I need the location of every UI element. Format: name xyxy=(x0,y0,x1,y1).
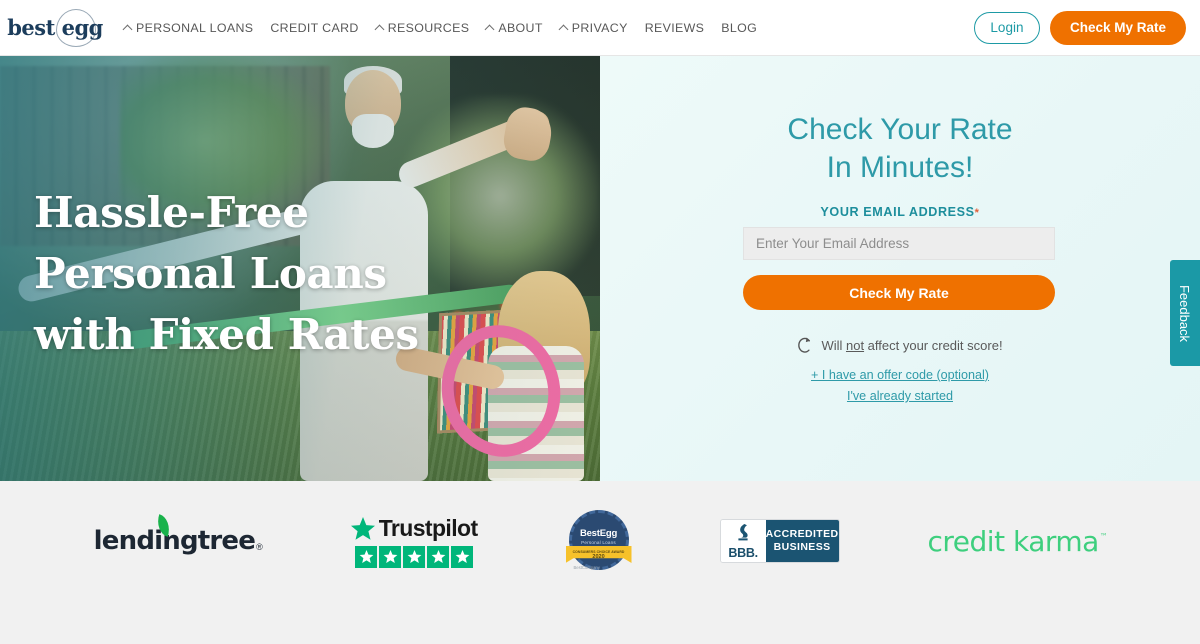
rating-star xyxy=(403,545,426,568)
nav-item-about[interactable]: ABOUT xyxy=(484,20,543,35)
form-heading-line2: In Minutes! xyxy=(826,151,974,184)
credit-note-emphasis: not xyxy=(845,338,865,353)
hero-section: Hassle-Free Personal Loans with Fixed Ra… xyxy=(0,56,1200,481)
trust-badges-section: lendingtree ® Trustpilot BestEgg Persona… xyxy=(0,481,1200,644)
chevron-up-icon xyxy=(122,24,133,35)
trustpilot-logo[interactable]: Trustpilot xyxy=(350,514,478,568)
offer-code-link[interactable]: + I have an offer code (optional) xyxy=(600,368,1200,382)
chevron-up-icon xyxy=(558,24,569,35)
login-button[interactable]: Login xyxy=(973,11,1040,44)
trustpilot-wordmark: Trustpilot xyxy=(350,514,478,542)
form-heading-line1: Check Your Rate xyxy=(787,113,1013,146)
hero-headline: Hassle-Free Personal Loans with Fixed Ra… xyxy=(34,182,464,365)
bbb-line1: ACCREDITED xyxy=(765,528,839,540)
header-check-my-rate-button[interactable]: Check My Rate xyxy=(1049,10,1186,45)
header-actions: Login Check My Rate xyxy=(973,10,1186,45)
nav-label: REVIEWS xyxy=(644,20,705,35)
nav-label: PERSONAL LOANS xyxy=(136,20,254,35)
email-field-label: YOUR EMAIL ADDRESS* xyxy=(600,205,1200,219)
required-asterisk: * xyxy=(974,207,980,219)
trust-logo-row: lendingtree ® Trustpilot BestEgg Persona… xyxy=(0,503,1200,579)
nav-item-resources[interactable]: RESOURCES xyxy=(374,20,470,35)
feedback-tab[interactable]: Feedback xyxy=(1170,260,1200,366)
bbb-line2: BUSINESS xyxy=(773,541,831,553)
email-label-text: YOUR EMAIL ADDRESS xyxy=(820,205,975,219)
trustpilot-rating-stars xyxy=(355,545,474,568)
nav-label: BLOG xyxy=(721,20,758,35)
nav-item-reviews[interactable]: REVIEWS xyxy=(645,21,705,35)
rating-star xyxy=(355,545,378,568)
credit-karma-name: credit karma xyxy=(927,524,1100,558)
nav-item-blog[interactable]: BLOG xyxy=(721,21,757,35)
rating-star xyxy=(379,545,402,568)
hero-headline-line2: Personal Loans xyxy=(34,249,387,298)
best-egg-logo[interactable]: best egg xyxy=(7,8,103,48)
lendingtree-logo[interactable]: lendingtree ® xyxy=(93,514,263,556)
nav-item-credit-card[interactable]: CREDIT CARD xyxy=(270,21,358,35)
form-heading: Check Your Rate In Minutes! xyxy=(600,111,1200,187)
consumers-choice-award-badge[interactable]: BestEgg Personal Loans ★★★★ CONSUMERS CH… xyxy=(565,510,632,572)
credit-note-post: affect your credit score! xyxy=(864,338,1003,353)
rating-star xyxy=(451,545,474,568)
credit-score-note: Will not affect your credit score! xyxy=(600,336,1200,355)
bbb-accredited-text: ACCREDITED BUSINESS xyxy=(765,520,839,562)
bbb-mark: BBB. xyxy=(720,520,766,562)
credit-karma-tm: ™ xyxy=(1099,531,1108,541)
trustpilot-star-icon xyxy=(350,516,375,540)
lendingtree-name: lendingtree xyxy=(93,526,256,556)
award-source: BestCompany xyxy=(573,565,600,570)
nav-label: RESOURCES xyxy=(387,20,470,35)
feedback-label: Feedback xyxy=(1177,284,1193,342)
nav-item-personal-loans[interactable]: PERSONAL LOANS xyxy=(122,20,254,35)
nav-label: CREDIT CARD xyxy=(270,20,359,35)
form-check-my-rate-button[interactable]: Check My Rate xyxy=(743,275,1055,310)
logo-text: best egg xyxy=(7,15,103,40)
award-category: Personal Loans xyxy=(581,539,616,545)
chevron-up-icon xyxy=(484,24,495,35)
rating-star xyxy=(427,545,450,568)
nav-item-privacy[interactable]: PRIVACY xyxy=(558,20,628,35)
form-links: + I have an offer code (optional) I've a… xyxy=(600,368,1200,410)
award-brand: BestEgg xyxy=(579,527,618,539)
nav-label: ABOUT xyxy=(498,20,543,35)
refresh-arrow-icon xyxy=(798,337,811,353)
already-started-link[interactable]: I've already started xyxy=(600,389,1200,403)
award-seal-icon: BestEgg Personal Loans ★★★★ xyxy=(568,510,629,570)
chevron-up-icon xyxy=(374,24,385,35)
credit-note-text: Will not affect your credit score! xyxy=(821,338,1002,353)
bbb-accredited-business-logo[interactable]: BBB. ACCREDITED BUSINESS xyxy=(719,519,840,563)
credit-karma-logo[interactable]: credit karma™ xyxy=(927,524,1108,558)
trustpilot-name: Trustpilot xyxy=(378,514,478,541)
hero-headline-line1: Hassle-Free xyxy=(34,188,309,237)
bbb-acronym: BBB. xyxy=(728,545,758,560)
nav-label: PRIVACY xyxy=(571,20,628,35)
torch-icon xyxy=(738,523,748,540)
page-root: best egg PERSONAL LOANS CREDIT CARD RESO… xyxy=(0,0,1200,644)
rate-form-panel: Check Your Rate In Minutes! YOUR EMAIL A… xyxy=(600,56,1200,481)
site-header: best egg PERSONAL LOANS CREDIT CARD RESO… xyxy=(0,0,1200,56)
hero-headline-line3: with Fixed Rates xyxy=(34,310,419,359)
credit-note-pre: Will xyxy=(821,338,846,353)
email-input[interactable] xyxy=(743,227,1055,260)
main-nav: PERSONAL LOANS CREDIT CARD RESOURCES ABO… xyxy=(122,20,757,35)
lendingtree-tm: ® xyxy=(256,542,263,552)
